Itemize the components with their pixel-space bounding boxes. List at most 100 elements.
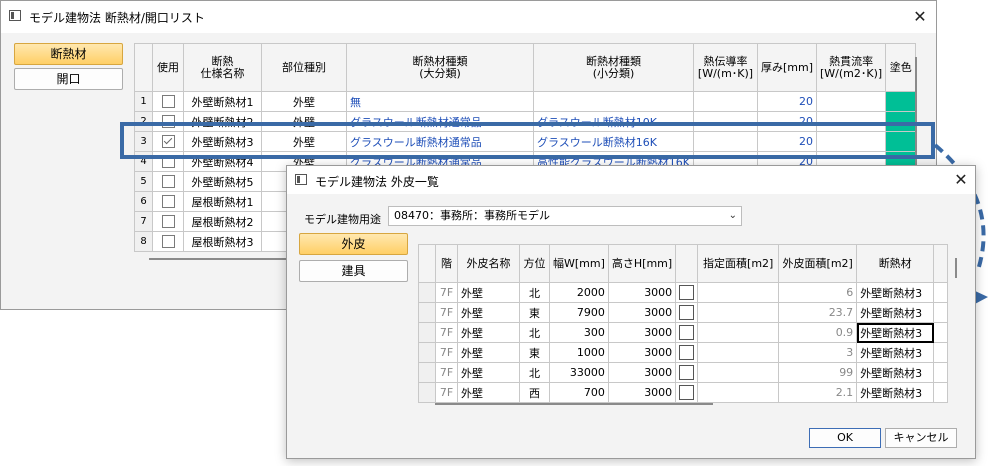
direction-cell[interactable]: 西 <box>519 382 550 403</box>
part-type-cell[interactable]: 外壁 <box>261 131 347 152</box>
width-cell[interactable]: 700 <box>549 382 609 403</box>
flag-header[interactable] <box>675 244 699 283</box>
dialog-tab-fittings[interactable]: 建具 <box>299 260 408 282</box>
main-vertical-scrollbar[interactable] <box>915 57 917 177</box>
used-checkbox[interactable] <box>161 175 175 189</box>
used-header[interactable]: 使用 <box>152 43 184 92</box>
dialog-vertical-scrollbar[interactable] <box>955 258 957 278</box>
minor-class-cell[interactable] <box>533 91 694 112</box>
minor-class-cell[interactable]: グラスウール断熱材10K <box>533 111 694 132</box>
height-cell[interactable]: 3000 <box>607 282 677 303</box>
main-close-icon[interactable]: ✕ <box>908 5 932 29</box>
paint-cell[interactable] <box>885 131 917 152</box>
flag-checkbox[interactable] <box>679 305 695 320</box>
direction-cell[interactable]: 北 <box>519 362 550 383</box>
conductivity-cell[interactable] <box>693 131 758 152</box>
u-value-cell[interactable] <box>816 91 887 112</box>
direction-header[interactable]: 方位 <box>519 244 550 283</box>
specified-area-header[interactable]: 指定面積[m2] <box>697 244 780 283</box>
extra-header[interactable] <box>933 244 949 283</box>
flag-checkbox[interactable] <box>679 285 695 300</box>
specified-area-cell[interactable] <box>697 282 780 303</box>
minor-class-header[interactable]: 断熱材種類 (小分類) <box>533 43 694 92</box>
specified-area-cell[interactable] <box>697 322 780 343</box>
flag-checkbox[interactable] <box>679 325 695 340</box>
table-row[interactable]: 2 外壁断熱材2 外壁 グラスウール断熱材通常品 グラスウール断熱材10K 20 <box>134 111 917 132</box>
width-cell[interactable]: 1000 <box>549 342 609 363</box>
side-tab-insulation[interactable]: 断熱材 <box>14 43 123 65</box>
ok-button[interactable]: OK <box>809 428 881 448</box>
part-type-cell[interactable]: 外壁 <box>261 111 347 132</box>
used-checkbox[interactable] <box>161 115 175 129</box>
used-checkbox[interactable] <box>161 95 175 109</box>
spec-name-cell[interactable]: 外壁断熱材3 <box>183 131 262 152</box>
paint-cell[interactable] <box>885 91 917 112</box>
spec-name-cell[interactable]: 屋根断熱材1 <box>183 191 262 212</box>
envelope-area-cell[interactable]: 99 <box>778 362 858 383</box>
table-row[interactable]: 7F 外壁東 1000 3000 3 外壁断熱材3 <box>418 342 949 363</box>
floor-cell[interactable]: 7F <box>435 302 458 323</box>
major-class-cell[interactable]: 無 <box>346 91 534 112</box>
flag-checkbox[interactable] <box>679 365 695 380</box>
cancel-button[interactable]: キャンセル <box>885 428 957 448</box>
height-cell[interactable]: 3000 <box>607 342 677 363</box>
insulation-cell[interactable]: 外壁断熱材3 <box>856 342 935 363</box>
row-selector[interactable] <box>418 282 436 303</box>
envelope-area-cell[interactable]: 23.7 <box>778 302 858 323</box>
major-class-cell[interactable]: グラスウール断熱材通常品 <box>346 131 534 152</box>
width-header[interactable]: 幅W[mm] <box>549 244 609 283</box>
spec-name-cell[interactable]: 外壁断熱材2 <box>183 111 262 132</box>
height-cell[interactable]: 3000 <box>607 362 677 383</box>
flag-checkbox[interactable] <box>679 385 695 400</box>
spec-name-header[interactable]: 断熱 仕様名称 <box>183 43 262 92</box>
thickness-cell[interactable]: 20 <box>756 111 818 132</box>
dialog-tab-envelope[interactable]: 外皮 <box>299 233 408 255</box>
flag-checkbox[interactable] <box>679 345 695 360</box>
envelope-area-cell[interactable]: 3 <box>778 342 858 363</box>
part-type-cell[interactable]: 外壁 <box>261 91 347 112</box>
envelope-name-cell[interactable]: 外壁 <box>457 382 520 403</box>
row-header[interactable] <box>134 43 153 92</box>
table-row[interactable]: 7F 外壁西 700 3000 2.1 外壁断熱材3 <box>418 382 949 403</box>
direction-cell[interactable]: 北 <box>519 322 550 343</box>
floor-header[interactable]: 階 <box>435 244 458 283</box>
part-type-header[interactable]: 部位種別 <box>261 43 347 92</box>
spec-name-cell[interactable]: 屋根断熱材2 <box>183 211 262 232</box>
conductivity-cell[interactable] <box>693 111 758 132</box>
thickness-header[interactable]: 厚み[mm] <box>756 43 818 92</box>
envelope-area-cell[interactable]: 0.9 <box>778 322 858 343</box>
spec-name-cell[interactable]: 外壁断熱材1 <box>183 91 262 112</box>
table-row[interactable]: 7F 外壁北 33000 3000 99 外壁断熱材3 <box>418 362 949 383</box>
width-cell[interactable]: 7900 <box>549 302 609 323</box>
width-cell[interactable]: 2000 <box>549 282 609 303</box>
spec-name-cell[interactable]: 屋根断熱材3 <box>183 231 262 252</box>
minor-class-cell[interactable]: グラスウール断熱材16K <box>533 131 694 152</box>
u-value-cell[interactable] <box>816 111 887 132</box>
direction-cell[interactable]: 東 <box>519 342 550 363</box>
floor-cell[interactable]: 7F <box>435 282 458 303</box>
floor-cell[interactable]: 7F <box>435 342 458 363</box>
paint-header[interactable]: 塗色 <box>885 43 917 92</box>
envelope-name-cell[interactable]: 外壁 <box>457 342 520 363</box>
envelope-name-header[interactable]: 外皮名称 <box>457 244 520 283</box>
row-selector[interactable] <box>418 322 436 343</box>
height-cell[interactable]: 3000 <box>607 302 677 323</box>
row-selector[interactable] <box>418 362 436 383</box>
used-checkbox[interactable] <box>161 135 175 149</box>
main-horizontal-scrollbar[interactable] <box>149 258 299 260</box>
envelope-name-cell[interactable]: 外壁 <box>457 302 520 323</box>
height-cell[interactable]: 3000 <box>607 322 677 343</box>
table-row[interactable]: 3 外壁断熱材3 外壁 グラスウール断熱材通常品 グラスウール断熱材16K 20 <box>134 131 917 152</box>
row-selector[interactable] <box>418 382 436 403</box>
row-header[interactable] <box>418 244 436 283</box>
row-selector[interactable] <box>418 302 436 323</box>
spec-name-cell[interactable]: 外壁断熱材5 <box>183 171 262 192</box>
u-value-cell[interactable] <box>816 131 887 152</box>
thickness-cell[interactable]: 20 <box>756 91 818 112</box>
envelope-name-cell[interactable]: 外壁 <box>457 362 520 383</box>
major-class-header[interactable]: 断熱材種類 (大分類) <box>346 43 534 92</box>
insulation-cell[interactable]: 外壁断熱材3 <box>856 282 935 303</box>
major-class-cell[interactable]: グラスウール断熱材通常品 <box>346 111 534 132</box>
table-row[interactable]: 7F 外壁東 7900 3000 23.7 外壁断熱材3 <box>418 302 949 323</box>
u-value-header[interactable]: 熱貫流率 [W/(m2･K)] <box>816 43 887 92</box>
